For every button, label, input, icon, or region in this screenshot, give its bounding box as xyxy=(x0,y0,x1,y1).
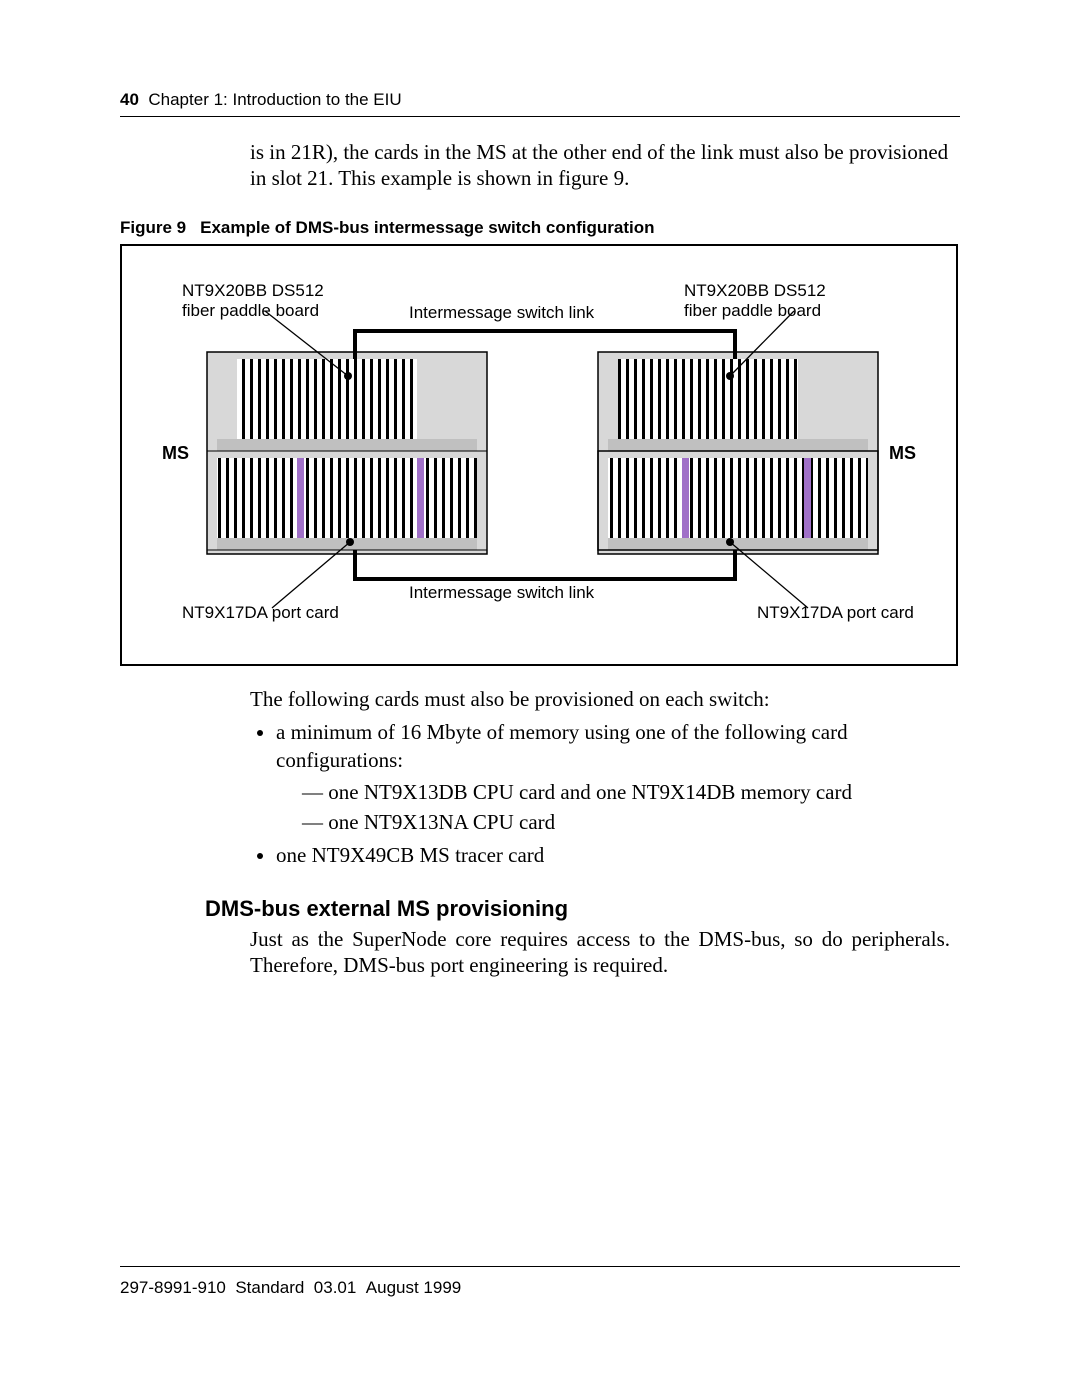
footer-date: August 1999 xyxy=(366,1278,461,1297)
label-port-left: NT9X17DA port card xyxy=(182,603,339,622)
figure-label: Figure 9 xyxy=(120,218,186,237)
chapter-title: Chapter 1: Introduction to the EIU xyxy=(148,90,401,109)
footer: 297-8991-910 Standard 03.01 August 1999 xyxy=(120,1278,461,1298)
running-header: 40 Chapter 1: Introduction to the EIU xyxy=(120,90,960,110)
figure-title: Example of DMS-bus intermessage switch c… xyxy=(200,218,654,237)
list-item: one NT9X13NA CPU card xyxy=(302,808,950,837)
footer-rule xyxy=(120,1266,960,1267)
label-fiber-right-2: fiber paddle board xyxy=(684,301,821,320)
label-ms-right: MS xyxy=(889,443,916,463)
bullet-list: a minimum of 16 Mbyte of memory using on… xyxy=(250,718,950,870)
paragraph: The following cards must also be provisi… xyxy=(250,686,950,712)
page-number: 40 xyxy=(120,90,139,109)
paragraph: Just as the SuperNode core requires acce… xyxy=(250,926,950,979)
label-fiber-left-1: NT9X20BB DS512 xyxy=(182,281,324,300)
dash-list: one NT9X13DB CPU card and one NT9X14DB m… xyxy=(276,778,950,837)
label-ims-bottom: Intermessage switch link xyxy=(409,583,595,602)
header-rule xyxy=(120,116,960,117)
label-ms-left: MS xyxy=(162,443,189,463)
footer-status: Standard xyxy=(235,1278,304,1297)
label-fiber-left-2: fiber paddle board xyxy=(182,301,319,320)
figure-9: NT9X20BB DS512 fiber paddle board NT9X20… xyxy=(120,244,958,666)
label-ims-top: Intermessage switch link xyxy=(409,303,595,322)
footer-version: 03.01 xyxy=(314,1278,357,1297)
section-heading: DMS-bus external MS provisioning xyxy=(205,896,960,922)
paragraph: is in 21R), the cards in the MS at the o… xyxy=(250,139,950,192)
label-port-right: NT9X17DA port card xyxy=(757,603,914,622)
footer-docnum: 297-8991-910 xyxy=(120,1278,226,1297)
list-item: one NT9X49CB MS tracer card xyxy=(276,841,950,869)
list-item: a minimum of 16 Mbyte of memory using on… xyxy=(276,718,950,837)
list-item: one NT9X13DB CPU card and one NT9X14DB m… xyxy=(302,778,950,807)
figure-caption: Figure 9 Example of DMS-bus intermessage … xyxy=(120,218,960,238)
label-fiber-right-1: NT9X20BB DS512 xyxy=(684,281,826,300)
